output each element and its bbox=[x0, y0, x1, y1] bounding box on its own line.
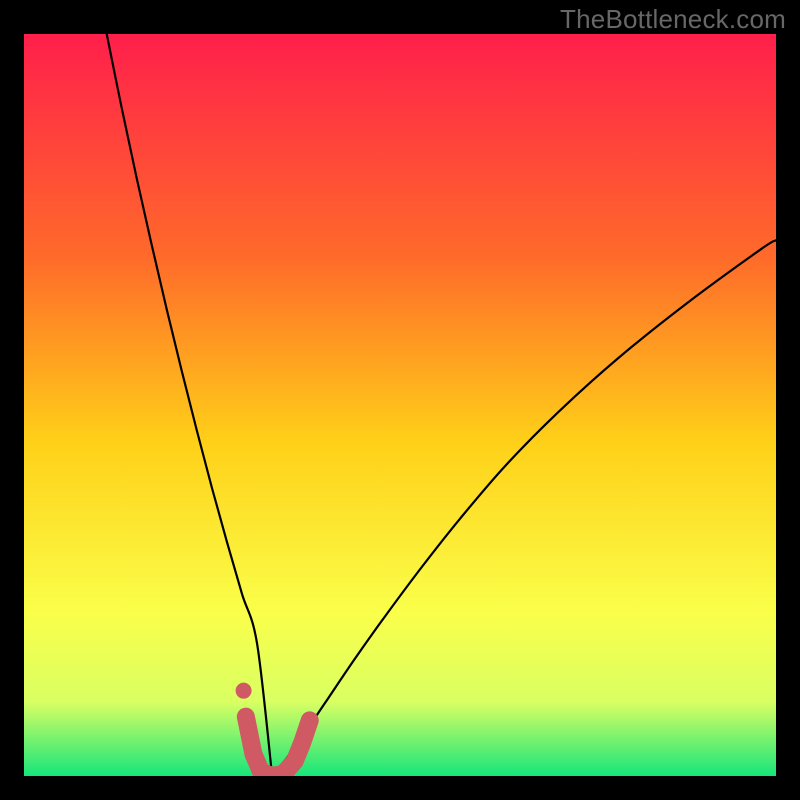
highlight-dot bbox=[236, 683, 252, 699]
gradient-background bbox=[24, 34, 776, 776]
plot-area bbox=[24, 34, 776, 776]
chart-frame: TheBottleneck.com bbox=[0, 0, 800, 800]
bottleneck-plot bbox=[24, 34, 776, 776]
watermark-label: TheBottleneck.com bbox=[560, 4, 786, 35]
